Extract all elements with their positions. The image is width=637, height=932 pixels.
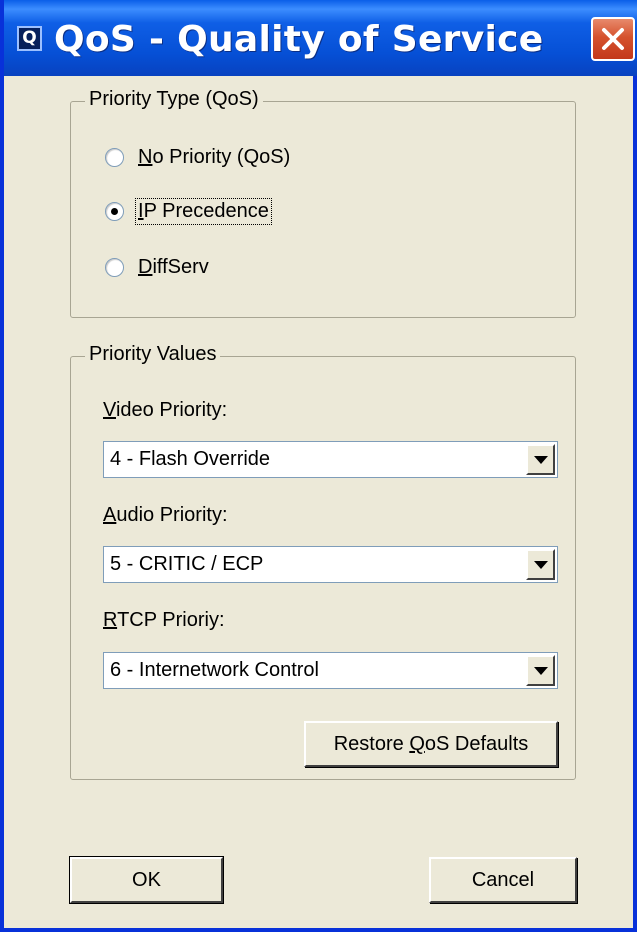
priority-type-group: Priority Type (QoS) No Priority (QoS) IP…: [70, 88, 576, 318]
radio-ip-precedence[interactable]: IP Precedence: [105, 197, 272, 225]
radio-selected-dot: [111, 207, 118, 215]
rtcp-priority-value: 6 - Internetwork Control: [110, 659, 319, 681]
video-priority-value: 4 - Flash Override: [110, 448, 271, 470]
ok-button[interactable]: OK: [69, 856, 224, 904]
close-button[interactable]: [591, 17, 635, 61]
restore-qos-defaults-button[interactable]: Restore QoS Defaults: [304, 721, 558, 767]
chevron-down-icon: [534, 667, 548, 675]
radio-label: IP Precedence: [135, 197, 272, 225]
priority-values-group: Priority Values Video Priority: 4 - Flas…: [70, 343, 576, 780]
rtcp-priority-dropdown-button[interactable]: [526, 655, 555, 686]
cancel-button[interactable]: Cancel: [429, 857, 577, 903]
qos-dialog: Q QoS - Quality of Service Priority Type…: [0, 0, 637, 932]
rtcp-priority-select[interactable]: 6 - Internetwork Control: [103, 652, 558, 689]
audio-priority-select[interactable]: 5 - CRITIC / ECP: [103, 546, 558, 583]
radio-label: No Priority (QoS): [138, 145, 291, 168]
video-priority-dropdown-button[interactable]: [526, 444, 555, 475]
audio-priority-label: Audio Priority:: [103, 504, 228, 526]
rtcp-priority-label: RTCP Prioriy:: [103, 609, 225, 631]
radio-button[interactable]: [105, 257, 124, 277]
radio-button[interactable]: [105, 201, 124, 221]
audio-priority-value: 5 - CRITIC / ECP: [110, 553, 264, 575]
chevron-down-icon: [534, 561, 548, 569]
close-icon: [602, 28, 624, 50]
priority-type-legend: Priority Type (QoS): [85, 88, 263, 111]
video-priority-select[interactable]: 4 - Flash Override: [103, 441, 558, 478]
radio-button[interactable]: [105, 147, 124, 167]
window-title: QoS - Quality of Service: [54, 19, 544, 60]
audio-priority-dropdown-button[interactable]: [526, 549, 555, 580]
radio-label: DiffServ: [138, 255, 209, 278]
title-bar[interactable]: Q QoS - Quality of Service: [4, 0, 637, 76]
radio-diffserv[interactable]: DiffServ: [105, 253, 211, 281]
radio-no-priority[interactable]: No Priority (QoS): [105, 143, 292, 171]
chevron-down-icon: [534, 456, 548, 464]
priority-values-legend: Priority Values: [85, 343, 221, 366]
video-priority-label: Video Priority:: [103, 399, 228, 421]
app-icon: Q: [17, 26, 42, 51]
